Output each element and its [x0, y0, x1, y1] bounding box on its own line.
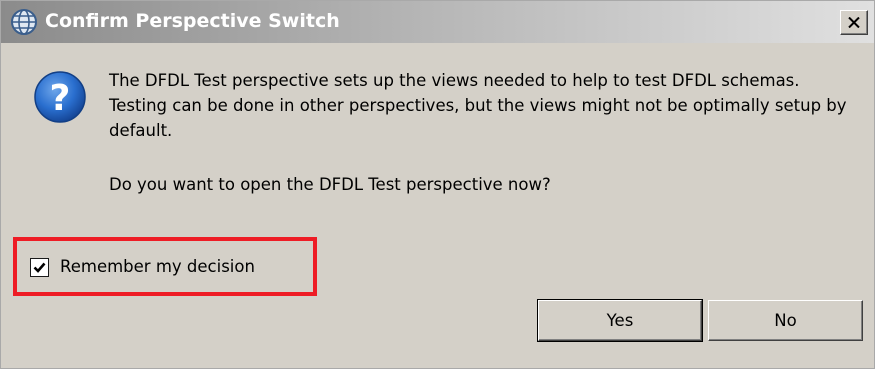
message-text: The DFDL Test perspective sets up the vi… [109, 71, 847, 140]
title-bar[interactable]: Confirm Perspective Switch [1, 1, 874, 43]
remember-checkbox[interactable] [30, 258, 49, 277]
globe-icon [11, 9, 37, 35]
no-button[interactable]: No [708, 300, 863, 341]
yes-button[interactable]: Yes [537, 299, 703, 342]
svg-text:?: ? [50, 78, 71, 119]
dialog-title: Confirm Perspective Switch [45, 10, 340, 32]
dialog-question: Do you want to open the DFDL Test perspe… [109, 175, 551, 194]
close-button[interactable] [840, 10, 868, 35]
confirm-perspective-dialog: Confirm Perspective Switch ? The DFDL Te… [0, 0, 875, 369]
close-icon [848, 17, 860, 28]
dialog-message: The DFDL Test perspective sets up the vi… [109, 68, 859, 143]
remember-checkbox-label[interactable]: Remember my decision [60, 257, 255, 276]
checkmark-icon [33, 262, 46, 273]
question-icon: ? [34, 71, 86, 123]
